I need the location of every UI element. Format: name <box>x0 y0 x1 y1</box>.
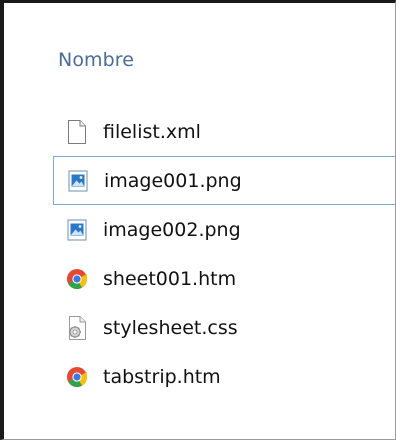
file-name: image002.png <box>103 218 241 241</box>
file-name: filelist.xml <box>103 120 201 143</box>
file-row-stylesheet-css[interactable]: stylesheet.css <box>53 303 396 352</box>
file-explorer-pane: Nombre filelist.xml image001.png image00… <box>0 0 396 440</box>
file-name: sheet001.htm <box>103 267 237 290</box>
file-name: tabstrip.htm <box>103 365 221 388</box>
image-file-icon <box>66 167 90 195</box>
file-row-image002-png[interactable]: image002.png <box>53 205 396 254</box>
file-row-filelist-xml[interactable]: filelist.xml <box>53 107 396 156</box>
chrome-icon <box>65 363 89 391</box>
stylesheet-file-icon <box>65 314 89 342</box>
file-row-tabstrip-htm[interactable]: tabstrip.htm <box>53 352 396 401</box>
file-row-sheet001-htm[interactable]: sheet001.htm <box>53 254 396 303</box>
file-name: stylesheet.css <box>103 316 238 339</box>
chrome-icon <box>65 265 89 293</box>
column-header-nombre[interactable]: Nombre <box>58 49 134 71</box>
file-list: filelist.xml image001.png image002.png s… <box>53 107 396 401</box>
file-name: image001.png <box>104 169 242 192</box>
blank-document-icon <box>65 118 89 146</box>
file-row-image001-png[interactable]: image001.png <box>53 156 396 205</box>
image-file-icon <box>65 216 89 244</box>
